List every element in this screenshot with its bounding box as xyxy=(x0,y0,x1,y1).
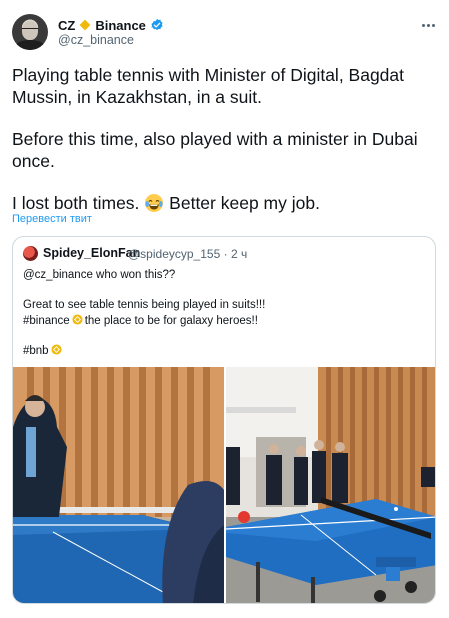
hashtag-binance[interactable]: #binance xyxy=(23,315,70,327)
author-affiliation[interactable]: Binance xyxy=(95,18,146,33)
quoted-line: #binance the place to be for galaxy heroe… xyxy=(23,313,427,329)
meta-separator: · xyxy=(223,247,228,261)
quoted-tweet-time[interactable]: 2 ч xyxy=(231,247,247,261)
quoted-tweet[interactable]: Spidey_ElonFan @spideycyp_155 · 2 ч @cz_… xyxy=(12,236,436,604)
translate-tweet-link[interactable]: Перевести твит xyxy=(12,213,92,225)
photo-table-tennis-room[interactable] xyxy=(226,367,435,603)
photo-table-tennis-closeup[interactable] xyxy=(13,367,224,603)
tweet: CZ Binance @cz_binance Playing table ten… xyxy=(0,0,449,618)
tweet-text-part: I lost both times. xyxy=(12,193,140,213)
author-name[interactable]: CZ xyxy=(58,18,75,33)
quoted-line: @cz_binance who won this?? xyxy=(23,269,176,281)
tweet-text-part: Better keep my job. xyxy=(169,193,320,213)
verified-badge-icon xyxy=(151,18,163,31)
tweet-paragraph: Before this time, also played with a min… xyxy=(12,129,418,171)
tweet-paragraph: Playing table tennis with Minister of Di… xyxy=(12,65,405,107)
more-options-icon[interactable] xyxy=(418,16,438,34)
bnb-coin-icon xyxy=(51,344,62,355)
hashtag-bnb[interactable]: #bnb xyxy=(23,345,49,357)
author-name-row[interactable]: CZ Binance xyxy=(58,16,164,34)
quoted-author-meta: @spideycyp_155 · 2 ч xyxy=(128,247,247,261)
quoted-author-avatar[interactable] xyxy=(23,246,38,261)
quoted-tweet-text: @cz_binance who won this?? Great to see … xyxy=(23,267,427,359)
quoted-author-handle: @spideycyp_155 xyxy=(128,247,221,261)
bnb-coin-icon xyxy=(72,314,83,325)
tweet-paragraph: I lost both times. Better keep my job. xyxy=(12,192,437,214)
quoted-line: #bnb xyxy=(23,343,427,359)
face-with-tears-of-joy-icon xyxy=(145,194,164,212)
tweet-text: Playing table tennis with Minister of Di… xyxy=(12,64,437,234)
binance-diamond-icon xyxy=(79,19,91,31)
quoted-text-part: the place to be for galaxy heroes!! xyxy=(84,315,258,327)
quoted-line: Great to see table tennis being played i… xyxy=(23,299,266,311)
author-handle[interactable]: @cz_binance xyxy=(58,33,134,47)
media-grid xyxy=(13,367,435,603)
quoted-author-name[interactable]: Spidey_ElonFan xyxy=(43,246,140,260)
author-avatar[interactable] xyxy=(12,14,48,50)
